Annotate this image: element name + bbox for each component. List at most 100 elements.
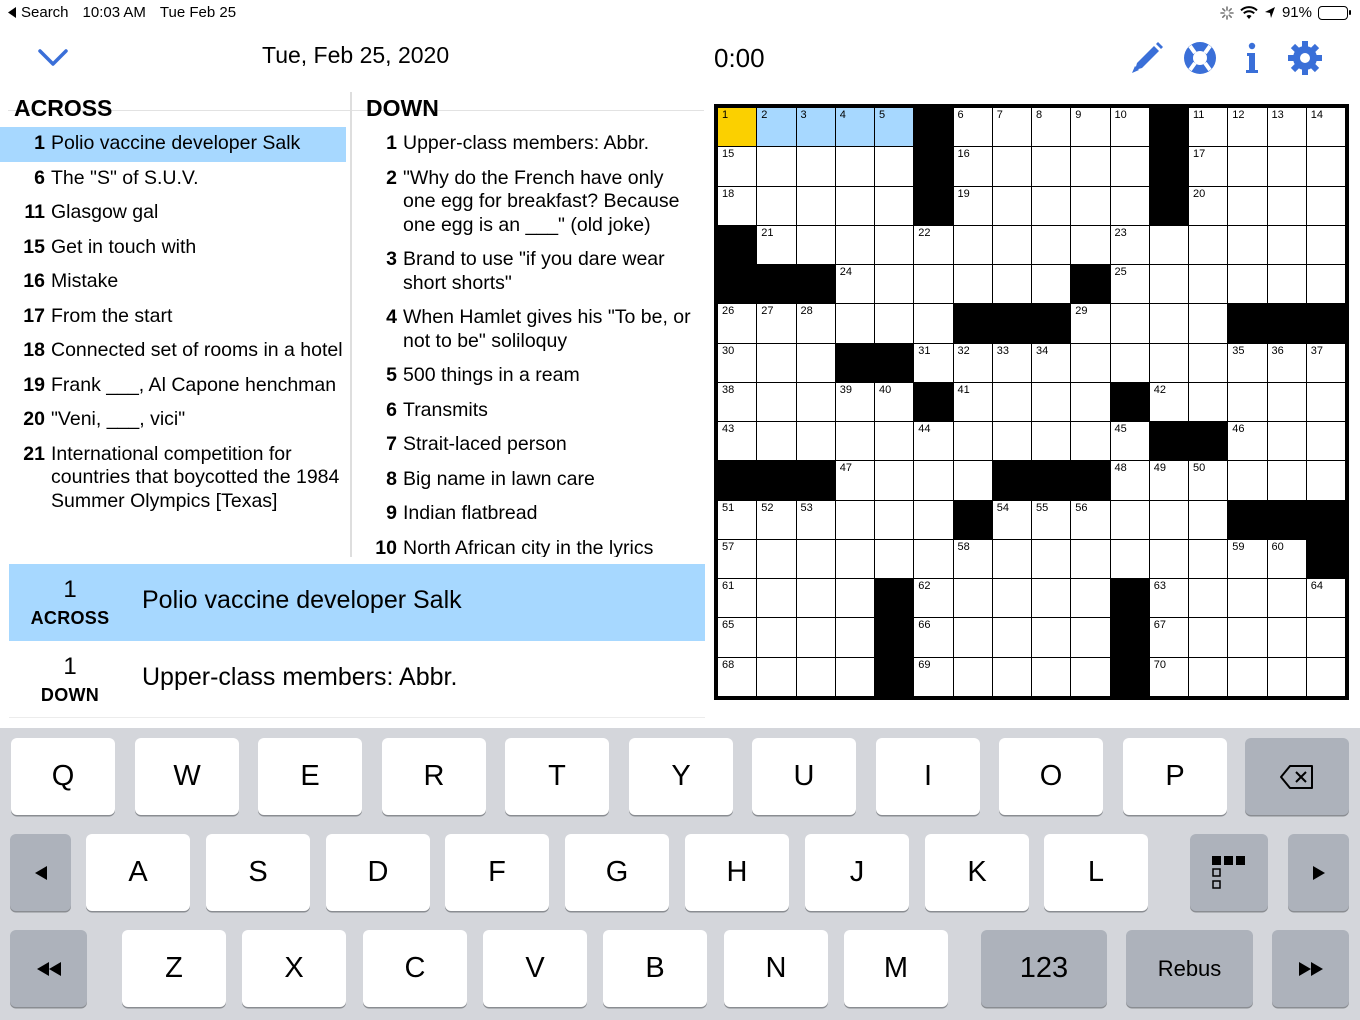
grid-cell[interactable]: 34 [1032, 343, 1071, 382]
down-clue-5[interactable]: 5 500 things in a ream [354, 359, 704, 394]
grid-cell[interactable]: 36 [1267, 343, 1306, 382]
grid-cell[interactable]: 31 [914, 343, 953, 382]
grid-cell[interactable] [1306, 422, 1345, 461]
grid-cell[interactable] [757, 657, 796, 696]
grid-cell[interactable] [1149, 304, 1188, 343]
grid-cell[interactable] [875, 147, 914, 186]
across-clue-18[interactable]: 18 Connected set of rooms in a hotel [0, 334, 350, 369]
grid-cell[interactable]: 17 [1189, 147, 1228, 186]
key-h[interactable]: H [685, 834, 789, 911]
grid-cell[interactable] [914, 304, 953, 343]
grid-cell[interactable] [835, 225, 874, 265]
grid-cell[interactable]: 3 [796, 108, 835, 147]
across-clue-17[interactable]: 17 From the start [0, 300, 350, 335]
grid-cell[interactable] [757, 186, 796, 225]
info-icon[interactable] [1232, 38, 1272, 78]
grid-cell[interactable] [953, 618, 992, 657]
grid-cell[interactable]: 24 [835, 265, 874, 304]
grid-cell[interactable] [992, 539, 1031, 579]
grid-cell[interactable] [1267, 579, 1306, 618]
puzzle-timer[interactable]: 0:00 [714, 43, 765, 74]
down-clue-10[interactable]: 10 North African city in the lyrics [354, 532, 704, 558]
key-a[interactable]: A [86, 834, 190, 911]
grid-cell[interactable] [1032, 579, 1071, 618]
grid-cell[interactable] [1267, 186, 1306, 225]
key-r[interactable]: R [382, 738, 486, 815]
grid-cell[interactable]: 55 [1032, 500, 1071, 539]
grid-cell[interactable] [992, 579, 1031, 618]
key-d[interactable]: D [326, 834, 430, 911]
key-c[interactable]: C [363, 930, 467, 1007]
grid-cell[interactable] [953, 225, 992, 265]
grid-cell[interactable] [1306, 265, 1345, 304]
grid-cell[interactable] [796, 422, 835, 461]
grid-cell[interactable] [835, 618, 874, 657]
grid-cell[interactable] [796, 343, 835, 382]
lifebuoy-icon[interactable] [1180, 38, 1220, 78]
key-s[interactable]: S [206, 834, 310, 911]
grid-cell[interactable] [796, 147, 835, 186]
down-clue-9[interactable]: 9 Indian flatbread [354, 497, 704, 532]
grid-cell[interactable] [757, 343, 796, 382]
grid-cell[interactable] [796, 186, 835, 225]
down-clue-2[interactable]: 2 "Why do the French have only one egg fo… [354, 162, 704, 244]
key-t[interactable]: T [505, 738, 609, 815]
across-clue-15[interactable]: 15 Get in touch with [0, 231, 350, 266]
grid-cell[interactable] [757, 382, 796, 422]
across-clue-1[interactable]: 1 Polio vaccine developer Salk [0, 127, 346, 162]
grid-cell[interactable] [875, 225, 914, 265]
grid-cell[interactable]: 19 [953, 186, 992, 225]
grid-cell[interactable] [1189, 657, 1228, 696]
grid-cell[interactable] [875, 539, 914, 579]
grid-cell[interactable]: 66 [914, 618, 953, 657]
grid-cell[interactable] [796, 657, 835, 696]
key-g[interactable]: G [565, 834, 669, 911]
grid-cell[interactable] [835, 539, 874, 579]
grid-cell[interactable] [1267, 422, 1306, 461]
grid-cell[interactable] [1306, 461, 1345, 500]
grid-cell[interactable] [1228, 225, 1267, 265]
grid-cell[interactable] [1071, 382, 1110, 422]
numbers-key[interactable]: 123 [981, 930, 1107, 1007]
key-w[interactable]: W [135, 738, 239, 815]
grid-cell[interactable] [875, 265, 914, 304]
key-y[interactable]: Y [629, 738, 733, 815]
across-clue-16[interactable]: 16 Mistake [0, 265, 350, 300]
grid-cell[interactable] [914, 539, 953, 579]
grid-cell[interactable] [1149, 539, 1188, 579]
grid-cell[interactable] [1306, 147, 1345, 186]
grid-cell[interactable] [796, 225, 835, 265]
grid-cell[interactable]: 37 [1306, 343, 1345, 382]
grid-cell[interactable] [796, 618, 835, 657]
grid-cell[interactable] [914, 461, 953, 500]
grid-cell[interactable]: 54 [992, 500, 1031, 539]
grid-cell[interactable]: 63 [1149, 579, 1188, 618]
grid-cell[interactable] [757, 579, 796, 618]
grid-cell[interactable] [1032, 225, 1071, 265]
grid-cell[interactable] [1189, 539, 1228, 579]
grid-cell[interactable]: 46 [1228, 422, 1267, 461]
grid-cell[interactable]: 40 [875, 382, 914, 422]
grid-cell[interactable] [757, 422, 796, 461]
next-word-key[interactable] [1272, 930, 1349, 1007]
grid-cell[interactable] [953, 461, 992, 500]
grid-toggle-key[interactable] [1190, 834, 1268, 911]
down-clue-list[interactable]: 1 Upper-class members: Abbr. 2 "Why do the … [354, 127, 704, 557]
grid-cell[interactable] [835, 500, 874, 539]
grid-cell[interactable] [835, 147, 874, 186]
key-u[interactable]: U [752, 738, 856, 815]
across-clue-19[interactable]: 19 Frank ___, Al Capone henchman [0, 369, 350, 404]
grid-cell[interactable] [1071, 657, 1110, 696]
grid-cell[interactable] [875, 422, 914, 461]
grid-cell[interactable]: 52 [757, 500, 796, 539]
across-clue-20[interactable]: 20 "Veni, ___, vici" [0, 403, 350, 438]
grid-cell[interactable] [875, 461, 914, 500]
pencil-icon[interactable] [1127, 38, 1167, 78]
grid-cell[interactable] [1032, 618, 1071, 657]
grid-cell[interactable]: 25 [1110, 265, 1149, 304]
grid-cell[interactable] [1032, 422, 1071, 461]
grid-cell[interactable]: 33 [992, 343, 1031, 382]
down-clue-6[interactable]: 6 Transmits [354, 394, 704, 429]
grid-cell[interactable]: 5 [875, 108, 914, 147]
grid-cell[interactable]: 21 [757, 225, 796, 265]
